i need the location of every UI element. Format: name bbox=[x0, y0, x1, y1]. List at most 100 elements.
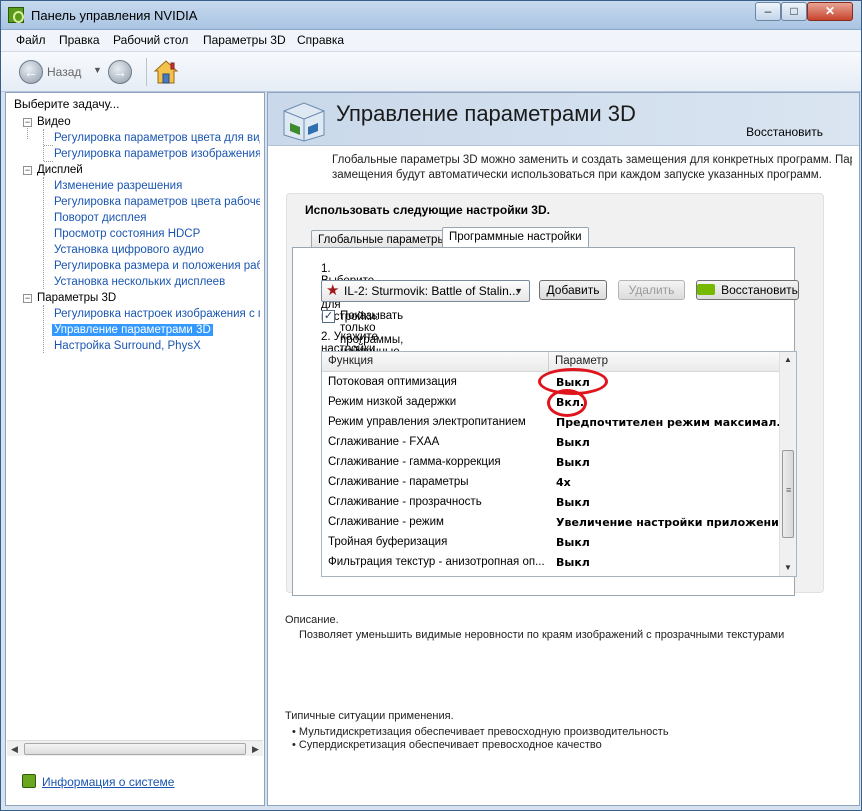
description-label: Описание. bbox=[285, 614, 339, 626]
usage-item-text: Супердискретизация обеспечивает превосхо… bbox=[298, 739, 602, 751]
scroll-thumb[interactable] bbox=[24, 743, 246, 755]
back-button[interactable]: ← bbox=[19, 60, 43, 84]
tree-category-video[interactable]: Видео bbox=[37, 116, 71, 128]
tree-item-manage-3d[interactable]: Управление параметрами 3D bbox=[52, 324, 213, 336]
forward-button[interactable]: → bbox=[108, 60, 132, 84]
setting-value[interactable]: Выкл bbox=[556, 456, 590, 469]
toolbar: ← Назад ▼ → bbox=[1, 52, 861, 92]
main-window: Панель управления NVIDIA – □ ✕ Файл Прав… bbox=[0, 0, 862, 811]
tree-category-3d[interactable]: Параметры 3D bbox=[37, 292, 116, 304]
setting-function: Фильтрация текстур - анизотропная оп... bbox=[328, 556, 545, 568]
maximize-button[interactable]: □ bbox=[781, 2, 807, 21]
setting-value[interactable]: Выкл bbox=[556, 436, 590, 449]
forward-arrow-icon: → bbox=[113, 64, 127, 80]
setting-row[interactable]: Сглаживание - прозрачность Выкл bbox=[322, 493, 779, 513]
tree-item-hdcp[interactable]: Просмотр состояния HDCP bbox=[54, 228, 200, 240]
minimize-button[interactable]: – bbox=[755, 2, 781, 21]
menu-3d-settings[interactable]: Параметры 3D bbox=[203, 33, 286, 47]
system-info-label[interactable]: Информация о системе bbox=[42, 775, 174, 789]
setting-function: Сглаживание - режим bbox=[328, 516, 444, 528]
restore-program-label: Восстановить bbox=[721, 283, 798, 297]
restore-program-button[interactable]: Восстановить bbox=[696, 280, 799, 300]
scroll-right-icon[interactable]: ▶ bbox=[248, 742, 263, 756]
tree-item-digital-audio[interactable]: Установка цифрового аудио bbox=[54, 244, 204, 256]
maximize-icon: □ bbox=[790, 4, 798, 18]
setting-row[interactable]: Сглаживание - гамма-коррекция Выкл bbox=[322, 453, 779, 473]
setting-row[interactable]: Сглаживание - режим Увеличение настройки … bbox=[322, 513, 786, 533]
setting-row[interactable]: Сглаживание - параметры 4x bbox=[322, 473, 779, 493]
tab-program-settings[interactable]: Программные настройки bbox=[442, 227, 589, 249]
usage-label: Типичные ситуации применения. bbox=[285, 710, 454, 722]
scroll-left-icon[interactable]: ◀ bbox=[7, 742, 22, 756]
tree-item-desktop-color[interactable]: Регулировка параметров цвета рабочег bbox=[54, 196, 260, 208]
back-history-dropdown-icon[interactable]: ▼ bbox=[93, 65, 102, 75]
setting-value[interactable]: Выкл bbox=[556, 556, 590, 569]
red-annotation-circle bbox=[547, 389, 587, 417]
system-info-link[interactable]: Информация о системе bbox=[22, 774, 174, 789]
setting-row[interactable]: Сглаживание - FXAA Выкл bbox=[322, 433, 779, 453]
scroll-down-icon[interactable]: ▼ bbox=[780, 560, 796, 576]
expand-display-icon[interactable]: − bbox=[23, 166, 32, 175]
tree-item-multiple-displays[interactable]: Установка нескольких дисплеев bbox=[54, 276, 225, 288]
add-program-button[interactable]: Добавить bbox=[539, 280, 607, 300]
menu-edit[interactable]: Правка bbox=[59, 33, 100, 47]
description-line-1: Глобальные параметры 3D можно заменить и… bbox=[332, 154, 852, 166]
close-button[interactable]: ✕ bbox=[807, 2, 853, 21]
usage-item-text: Мультидискретизация обеспечивает превосх… bbox=[298, 726, 669, 738]
tree-item-rotate-display[interactable]: Поворот дисплея bbox=[54, 212, 146, 224]
tree-horizontal-scrollbar[interactable]: ◀ ▶ bbox=[7, 740, 263, 756]
show-only-checkbox[interactable]: ✓ bbox=[322, 310, 335, 323]
page-banner: Управление параметрами 3D Восстановить bbox=[268, 93, 859, 146]
setting-value[interactable]: Предпочтителен режим максимал... bbox=[556, 416, 789, 429]
description-text: Позволяет уменьшить видимые неровности п… bbox=[299, 629, 785, 641]
setting-function: Сглаживание - гамма-коррекция bbox=[328, 456, 501, 468]
expand-3d-icon[interactable]: − bbox=[23, 294, 32, 303]
tree-item-video-image[interactable]: Регулировка параметров изображения д bbox=[54, 148, 260, 160]
back-label[interactable]: Назад bbox=[47, 65, 81, 79]
setting-function: Режим управления электропитанием bbox=[328, 416, 526, 428]
tree-item-surround-physx[interactable]: Настройка Surround, PhysX bbox=[54, 340, 201, 352]
program-select-value: IL-2: Sturmovik: Battle of Stalin... bbox=[344, 284, 519, 298]
program-star-icon: ★ bbox=[326, 282, 340, 299]
scroll-up-icon[interactable]: ▲ bbox=[780, 352, 796, 368]
nvidia-app-icon bbox=[8, 7, 24, 23]
tree-item-video-color[interactable]: Регулировка параметров цвета для вид bbox=[54, 132, 260, 144]
tree-category-display[interactable]: Дисплей bbox=[37, 164, 83, 176]
3d-cube-icon bbox=[283, 102, 325, 142]
setting-function: Сглаживание - прозрачность bbox=[328, 496, 482, 508]
settings-table: Функция Параметр Потоковая оптимизация Вы… bbox=[321, 351, 797, 577]
tree-item-resolution[interactable]: Изменение разрешения bbox=[54, 180, 182, 192]
toolbar-separator bbox=[146, 58, 147, 86]
delete-program-button[interactable]: Удалить bbox=[618, 280, 685, 300]
setting-value[interactable]: Увеличение настройки приложения bbox=[556, 516, 786, 529]
menu-desktop[interactable]: Рабочий стол bbox=[113, 33, 188, 47]
setting-value[interactable]: Выкл bbox=[556, 496, 590, 509]
column-parameter[interactable]: Параметр bbox=[555, 355, 608, 367]
menu-help[interactable]: Справка bbox=[297, 33, 344, 47]
setting-row[interactable]: Режим управления электропитанием Предпочт… bbox=[322, 413, 789, 433]
tree-item-desktop-size[interactable]: Регулировка размера и положения рабо bbox=[54, 260, 260, 272]
setting-row[interactable]: Фильтрация текстур - анизотропная оп... В… bbox=[322, 553, 779, 573]
setting-value[interactable]: Выкл bbox=[556, 536, 590, 549]
setting-row[interactable]: Тройная буферизация Выкл bbox=[322, 533, 779, 553]
program-select[interactable]: ★ IL-2: Sturmovik: Battle of Stalin... ▼ bbox=[321, 280, 530, 302]
minimize-icon: – bbox=[764, 4, 772, 18]
scroll-thumb[interactable]: ≡ bbox=[782, 450, 794, 538]
column-function[interactable]: Функция bbox=[328, 355, 373, 367]
settings-table-scrollbar[interactable]: ▲ ≡ ▼ bbox=[779, 352, 796, 576]
setting-function: Сглаживание - FXAA bbox=[328, 436, 440, 448]
setting-function: Потоковая оптимизация bbox=[328, 376, 457, 388]
page-title: Управление параметрами 3D bbox=[336, 101, 636, 126]
tree-item-image-preview[interactable]: Регулировка настроек изображения с пр bbox=[54, 308, 260, 320]
expand-video-icon[interactable]: − bbox=[23, 118, 32, 127]
group-title: Использовать следующие настройки 3D. bbox=[305, 203, 550, 217]
menu-file[interactable]: Файл bbox=[16, 33, 46, 47]
home-icon[interactable] bbox=[153, 59, 179, 85]
chevron-down-icon: ▼ bbox=[514, 286, 523, 296]
restore-defaults-link[interactable]: Восстановить bbox=[746, 125, 823, 139]
usage-item: • Супердискретизация обеспечивает превос… bbox=[292, 739, 602, 751]
system-info-icon bbox=[22, 774, 36, 788]
content-pane: Управление параметрами 3D Восстановить Г… bbox=[267, 92, 860, 806]
title-bar[interactable]: Панель управления NVIDIA – □ ✕ bbox=[1, 1, 861, 30]
setting-value[interactable]: 4x bbox=[556, 476, 571, 489]
